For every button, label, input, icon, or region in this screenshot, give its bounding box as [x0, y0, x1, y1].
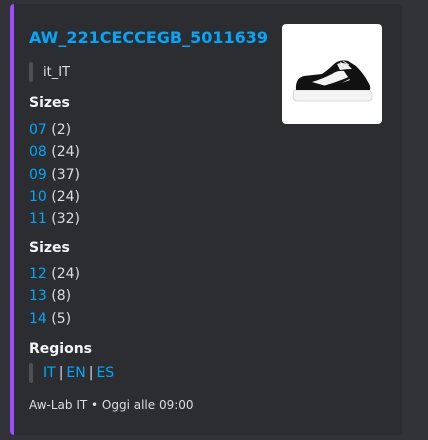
size-quantity: (24) — [51, 188, 81, 205]
size-quantity: (2) — [51, 122, 72, 138]
product-embed: AW_221CECCEGB_5011639 it_IT Sizes 07 (2) 0… — [10, 4, 402, 435]
region-separator: | — [88, 365, 94, 381]
regions-list: IT | EN | ES — [43, 365, 114, 381]
embed-title-link[interactable]: AW_221CECCEGB_5011639 — [29, 28, 268, 47]
size-link[interactable]: 09 — [29, 167, 47, 183]
field-name-sizes: Sizes — [29, 240, 70, 256]
quote-bar — [29, 62, 33, 82]
sizes-list: 07 (2) 08 (24) 09 (37) 10 (24) 11 (32) — [29, 119, 80, 230]
size-entry: 09 (37) — [29, 164, 80, 186]
field-name-sizes: Sizes — [29, 95, 70, 111]
region-separator: | — [58, 365, 64, 381]
size-quantity: (24) — [51, 144, 81, 161]
embed-accent-bar — [10, 4, 14, 435]
size-entry: 07 (2) — [29, 119, 80, 141]
size-link[interactable]: 13 — [29, 288, 47, 304]
size-link[interactable]: 08 — [29, 144, 47, 160]
size-quantity: (32) — [51, 211, 81, 228]
size-quantity: (5) — [51, 310, 72, 327]
region-link-en[interactable]: EN — [66, 365, 85, 381]
sizes-list: 12 (24) 13 (8) 14 (5) — [29, 263, 80, 330]
sneaker-product-image — [292, 60, 373, 102]
regions-quote: IT | EN | ES — [29, 363, 114, 383]
size-link[interactable]: 11 — [29, 211, 47, 227]
size-entry: 10 (24) — [29, 186, 80, 208]
regions-field-name: Regions — [29, 341, 93, 357]
size-entry: 13 (8) — [29, 285, 80, 307]
locale-text: it_IT — [43, 64, 70, 80]
size-link[interactable]: 12 — [29, 266, 47, 282]
size-entry: 12 (24) — [29, 263, 80, 285]
size-quantity: (8) — [51, 288, 72, 305]
region-link-it[interactable]: IT — [43, 365, 56, 381]
size-link[interactable]: 10 — [29, 189, 47, 205]
embed-footer: Aw-Lab IT • Oggi alle 09:00 — [29, 398, 194, 412]
size-quantity: (24) — [51, 266, 81, 282]
size-link[interactable]: 07 — [29, 122, 47, 138]
quote-bar — [29, 363, 33, 383]
size-entry: 08 (24) — [29, 141, 80, 163]
locale-quote: it_IT — [29, 62, 70, 82]
sneaker-thumbnail[interactable] — [282, 24, 382, 124]
size-entry: 14 (5) — [29, 308, 80, 330]
size-entry: 11 (32) — [29, 208, 80, 230]
size-quantity: (37) — [51, 166, 81, 183]
region-link-es[interactable]: ES — [96, 365, 114, 381]
size-link[interactable]: 14 — [29, 311, 47, 327]
